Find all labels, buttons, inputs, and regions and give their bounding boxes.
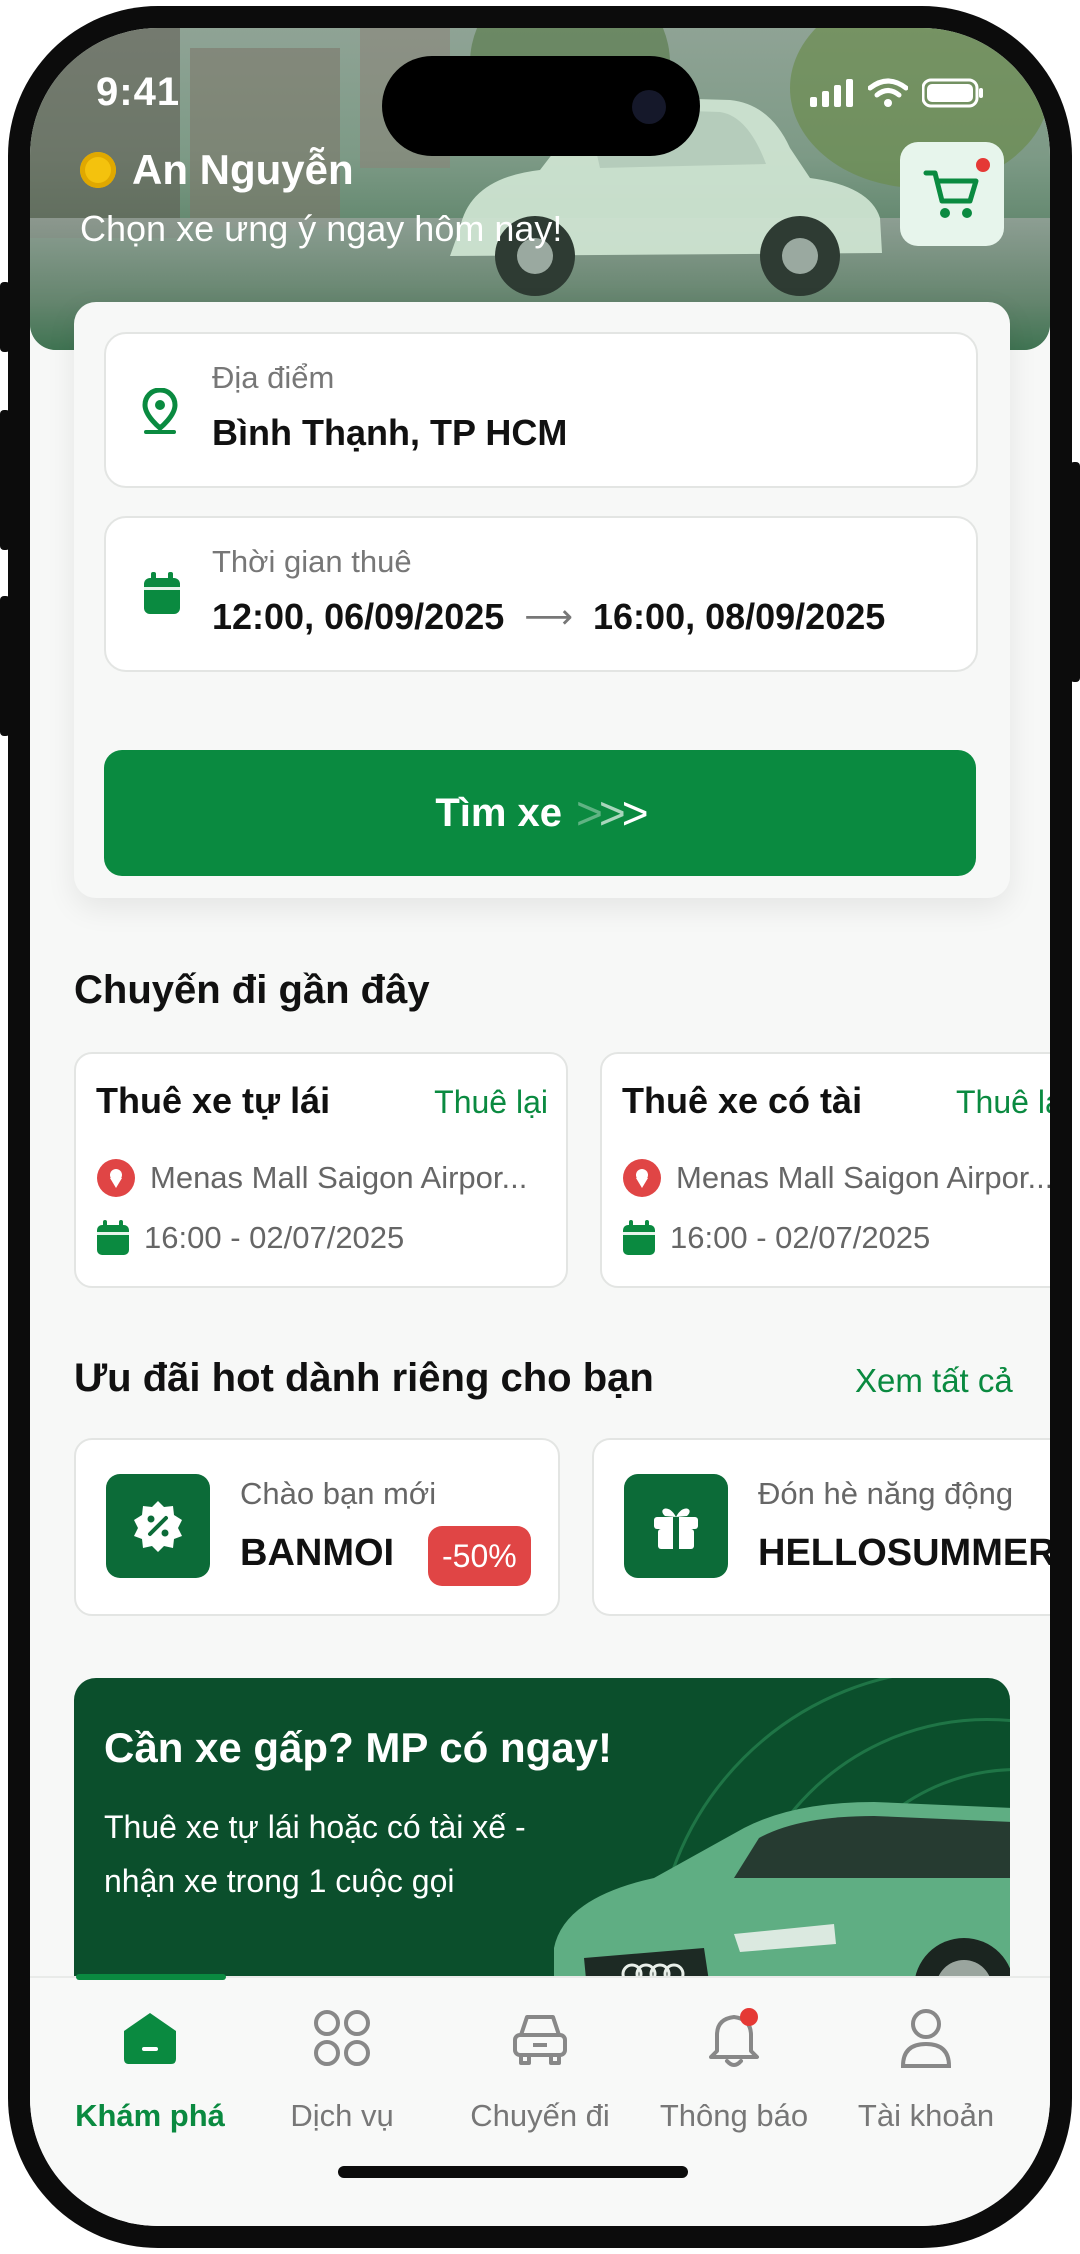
bell-icon [709,2008,759,2067]
end-time: 16:00, 08/09/2025 [593,596,886,637]
status-icons [810,78,984,108]
sedan-car-image [554,1802,1010,2008]
trip-location-row: Menas Mall Saigon Airpor... [96,1158,527,1198]
rental-time-label: Thời gian thuê [212,544,412,579]
location-value: Bình Thạnh, TP HCM [212,412,568,453]
start-time: 12:00, 06/09/2025 [212,596,505,637]
trip-datetime-row: 16:00 - 02/07/2025 [96,1220,404,1256]
tab-label: Thông báo [659,2098,809,2133]
tagline: Chọn xe ưng ý ngay hôm nay! [80,208,563,249]
active-tab-indicator [76,1974,226,1980]
home-indicator [338,2166,688,2178]
trip-location-row: Menas Mall Saigon Airpor... [622,1158,1050,1198]
phone-mockup: 9:41 An Nguyễn Chọn xe ưng ý ngay hôm na… [0,0,1080,2254]
see-all-link[interactable]: Xem tất cả [855,1362,1013,1400]
tab-account[interactable]: Tài khoản [828,1998,1024,2148]
app-screen: 9:41 An Nguyễn Chọn xe ưng ý ngay hôm na… [30,28,1050,2226]
cart-icon [923,170,979,218]
promo-label: Đón hè năng động [758,1476,1014,1511]
tab-label: Khám phá [75,2098,225,2133]
dynamic-island [382,56,700,156]
status-time: 9:41 [96,70,181,114]
rent-again-link[interactable]: Thuê lại [434,1084,548,1121]
tab-label: Tài khoản [857,2098,995,2133]
cart-button[interactable] [900,142,1004,246]
search-car-button[interactable]: Tìm xe >>> [104,750,976,876]
signal-icon [810,79,853,107]
calendar-icon [623,1220,655,1255]
discount-badge-icon [106,1474,210,1578]
calendar-icon [97,1220,129,1255]
search-card: Địa điểm Bình Thạnh, TP HCM Thời gian th… [74,302,1010,898]
tab-trips[interactable]: Chuyến đi [442,1998,638,2148]
home-icon [124,2013,176,2064]
promo-card[interactable]: Chào bạn mới BANMOI -50% [74,1438,560,1616]
location-pin-icon [142,388,178,434]
rent-again-link[interactable]: Thuê lại [956,1084,1050,1121]
calendar-icon [144,572,180,614]
battery-icon [922,78,983,108]
location-pin-icon [623,1159,661,1197]
promo-card[interactable]: Đón hè năng động HELLOSUMMER [592,1438,1050,1616]
banner-title: Cần xe gấp? MP có ngay! [104,1724,612,1771]
trip-datetime: 16:00 - 02/07/2025 [670,1220,931,1255]
promo-code: HELLOSUMMER [758,1532,1050,1574]
gift-icon [624,1474,728,1578]
location-pin-icon [97,1159,135,1197]
car-icon [513,2015,567,2065]
user-name: An Nguyễn [132,146,354,193]
rental-time-range: 12:00, 06/09/2025 ⟶ 16:00, 08/09/2025 [212,596,885,638]
tab-services[interactable]: Dịch vụ [244,1998,440,2148]
building [190,48,340,228]
promo-label: Chào bạn mới [240,1476,437,1511]
user-greeting: An Nguyễn [80,146,354,194]
coin-icon [80,152,116,188]
chevrons-right-icon: >>> [576,787,649,839]
banner-subtitle: Thuê xe tự lái hoặc có tài xế - nhận xe … [104,1809,526,1899]
tab-label: Chuyến đi [470,2098,610,2133]
trip-datetime: 16:00 - 02/07/2025 [144,1220,405,1255]
trip-location: Menas Mall Saigon Airpor... [676,1160,1050,1195]
trip-title: Thuê xe tự lái [96,1080,331,1121]
location-field[interactable]: Địa điểm Bình Thạnh, TP HCM [104,332,978,488]
cart-notification-dot [976,158,990,172]
wifi-icon [868,78,908,107]
trip-datetime-row: 16:00 - 02/07/2025 [622,1220,930,1256]
tab-notifications[interactable]: Thông báo [636,1998,832,2148]
discount-badge: -50% [428,1526,531,1586]
bottom-tab-bar: Khám phá Dịch vụ Chuyến đi Thông báo Tài… [30,1974,1050,2226]
recent-trip-card[interactable]: Thuê xe có tài Thuê lại Menas Mall Saigo… [600,1052,1050,1288]
tab-explore[interactable]: Khám phá [52,1998,248,2148]
trip-title: Thuê xe có tài [622,1080,863,1121]
rental-time-field[interactable]: Thời gian thuê 12:00, 06/09/2025 ⟶ 16:00… [104,516,978,672]
trip-location: Menas Mall Saigon Airpor... [150,1160,528,1195]
recent-trip-card[interactable]: Thuê xe tự lái Thuê lại Menas Mall Saigo… [74,1052,568,1288]
promo-banner[interactable]: Cần xe gấp? MP có ngay! Thuê xe tự lái h… [74,1678,1010,2008]
recent-trips-title: Chuyến đi gần đây [74,968,430,1012]
grid-icon [314,2010,370,2066]
arrow-right-icon: ⟶ [524,598,574,636]
location-label: Địa điểm [212,360,335,395]
promo-code: BANMOI [240,1532,395,1574]
user-icon [900,2009,952,2068]
tab-label: Dịch vụ [290,2098,394,2133]
building [30,28,180,238]
promos-title: Ưu đãi hot dành riêng cho bạn [74,1356,654,1400]
search-button-label: Tìm xe [435,790,563,835]
notification-dot [740,2008,758,2026]
